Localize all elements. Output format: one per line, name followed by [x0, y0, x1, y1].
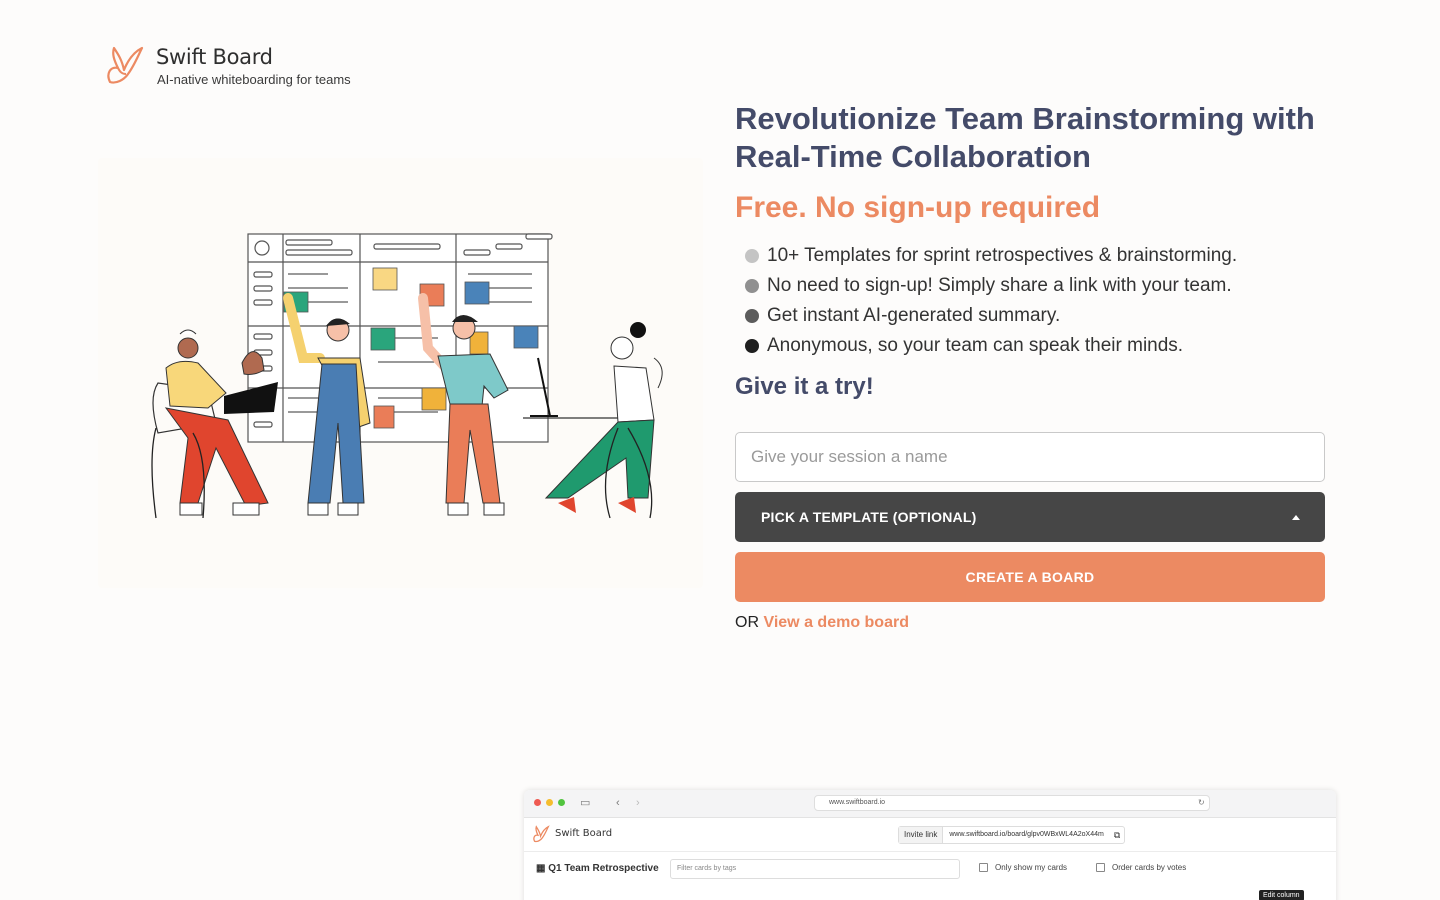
browser-url: www.swiftboard.io	[814, 795, 1210, 811]
browser-titlebar: ▭ ‹ › www.swiftboard.io ↻	[524, 790, 1336, 818]
invite-url: www.swiftboard.io/board/glpv0WBxWL4A2oX4…	[949, 831, 1104, 838]
feature-item: Anonymous, so your team can speak their …	[745, 331, 1335, 361]
preview-brand: Swift Board	[555, 828, 613, 839]
create-board-button[interactable]: CREATE A BOARD	[735, 552, 1325, 602]
back-icon: ‹	[616, 797, 620, 809]
feature-text: No need to sign-up! Simply share a link …	[767, 275, 1232, 296]
illustration-svg	[151, 233, 663, 519]
invite-link-box: Invite link www.swiftboard.io/board/glpv…	[898, 826, 1126, 844]
only-mine-checkbox: Only show my cards	[979, 863, 1067, 872]
filter-tags-input: Filter cards by tags	[670, 859, 960, 879]
checkbox-label: Only show my cards	[995, 863, 1068, 872]
hero-subhead: Free. No sign-up required	[735, 191, 1101, 224]
session-name-input[interactable]	[735, 432, 1325, 482]
invite-label: Invite link	[899, 827, 944, 843]
product-preview-screenshot: ▭ ‹ › www.swiftboard.io ↻ Swift Board In…	[524, 790, 1336, 900]
template-select-label: PICK A TEMPLATE (OPTIONAL)	[761, 509, 977, 525]
forward-icon: ›	[636, 797, 640, 809]
feature-text: Anonymous, so your team can speak their …	[767, 335, 1184, 356]
board-icon: ▦	[536, 863, 549, 874]
refresh-icon: ↻	[1198, 798, 1205, 807]
hero-section: Revolutionize Team Brainstorming with Re…	[735, 100, 1335, 401]
copy-icon: ⧉	[1113, 830, 1121, 840]
demo-link-line: OR View a demo board	[735, 614, 909, 632]
bullet-dot-icon	[745, 249, 759, 263]
view-demo-link[interactable]: View a demo board	[763, 614, 909, 631]
checkbox-box	[1096, 863, 1105, 872]
swift-bird-logo-icon	[533, 825, 550, 843]
caret-up-icon	[1292, 514, 1300, 520]
page-title: Revolutionize Team Brainstorming with Re…	[735, 101, 1315, 174]
template-select[interactable]: PICK A TEMPLATE (OPTIONAL)	[735, 492, 1325, 542]
feature-list: 10+ Templates for sprint retrospectives …	[745, 241, 1335, 361]
preview-header: Swift Board Invite link www.swiftboard.i…	[524, 818, 1336, 852]
bullet-dot-icon	[745, 279, 759, 293]
feature-text: 10+ Templates for sprint retrospectives …	[767, 245, 1238, 266]
bullet-dot-icon	[745, 339, 759, 353]
minimize-dot-icon	[546, 799, 553, 806]
edit-column-tooltip: Edit column	[1259, 890, 1304, 900]
feature-item: No need to sign-up! Simply share a link …	[745, 271, 1335, 301]
preview-toolbar: ▦ Q1 Team Retrospective Filter cards by …	[524, 852, 1336, 886]
browser-sidebar-icon: ▭	[580, 797, 591, 809]
board-title: ▦ Q1 Team Retrospective	[536, 863, 659, 874]
feature-text: Get instant AI-generated summary.	[767, 305, 1061, 326]
board-title-text: Q1 Team Retrospective	[548, 863, 659, 874]
feature-item: 10+ Templates for sprint retrospectives …	[745, 241, 1335, 271]
or-text: OR	[735, 614, 759, 631]
checkbox-box	[979, 863, 988, 872]
bullet-dot-icon	[745, 309, 759, 323]
brand-logo[interactable]: Swift Board AI-native whiteboarding for …	[104, 44, 351, 87]
cta-title: Give it a try!	[735, 373, 874, 400]
maximize-dot-icon	[558, 799, 565, 806]
swift-bird-logo-icon	[107, 46, 144, 84]
team-brainstorm-illustration	[98, 158, 703, 588]
feature-item: Get instant AI-generated summary.	[745, 301, 1335, 331]
checkbox-label: Order cards by votes	[1112, 863, 1187, 872]
brand-tagline: AI-native whiteboarding for teams	[157, 72, 351, 87]
close-dot-icon	[534, 799, 541, 806]
order-votes-checkbox: Order cards by votes	[1096, 863, 1186, 872]
brand-name: Swift Board	[156, 45, 273, 69]
